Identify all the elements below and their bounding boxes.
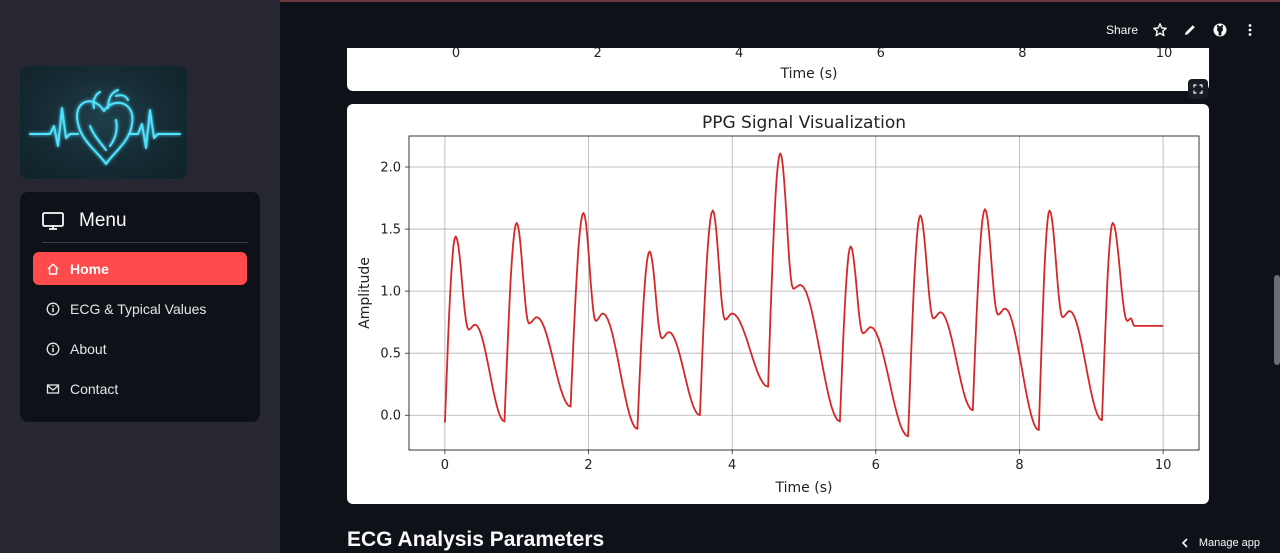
header-actions: Share [1106,18,1258,42]
nav-item-ecg-typical-values[interactable]: ECG & Typical Values [33,292,247,325]
top-x-tick-label: 2 [593,48,601,61]
menu-header: Menu [42,208,248,243]
star-icon[interactable] [1152,22,1168,38]
x-tick-label: 6 [872,458,880,473]
x-tick-label: 4 [728,458,736,473]
x-tick-label: 8 [1015,458,1023,473]
y-tick-label: 1.5 [380,223,401,238]
heart-ecg-logo [20,66,187,179]
top-x-axis-label: Time (s) [780,66,838,82]
y-tick-label: 0.0 [380,409,401,424]
github-icon[interactable] [1212,22,1228,38]
top-x-tick-label: 6 [877,48,885,61]
edit-icon[interactable] [1182,22,1198,38]
chart-title: PPG Signal Visualization [702,113,906,133]
nav-item-home[interactable]: Home [33,252,247,285]
manage-app-label: Manage app [1198,537,1260,549]
top-x-tick-label: 10 [1156,48,1173,61]
top-x-tick-label: 0 [452,48,460,61]
y-tick-label: 0.5 [380,347,401,362]
nav-item-about[interactable]: About [33,332,247,365]
share-button[interactable]: Share [1106,23,1138,37]
more-icon[interactable] [1242,22,1258,38]
nav-item-label: About [70,340,107,357]
chevron-left-icon [1181,538,1188,548]
info-icon [46,342,60,355]
fullscreen-icon [1193,84,1203,94]
section-heading: ECG Analysis Parameters [347,528,605,551]
top-x-tick-label: 4 [735,48,743,61]
nav-item-label: Home [70,260,109,277]
ppg-chart-card: PPG Signal Visualization Time (s) Amplitud… [347,104,1209,504]
x-tick-label: 2 [584,458,592,473]
x-tick-label: 10 [1155,458,1172,473]
nav-item-label: Contact [70,380,119,397]
ppg-line-chart: PPG Signal Visualization Time (s) Amplitud… [357,113,1200,496]
y-tick-label: 2.0 [380,161,401,176]
fullscreen-button[interactable] [1188,79,1208,99]
monitor-icon [42,212,64,230]
y-axis-label: Amplitude [357,257,373,329]
manage-app-button[interactable]: Manage app [1181,537,1260,549]
home-icon [47,263,59,275]
mail-icon [46,383,60,394]
y-tick-label: 1.0 [380,285,401,300]
page-scrollbar[interactable] [1274,275,1280,365]
top-chart-x-axis: 0 2 4 6 8 10 Time (s) [452,48,1173,82]
x-tick-label: 0 [441,458,449,473]
nav-item-contact[interactable]: Contact [33,372,247,405]
nav-item-label: ECG & Typical Values [70,300,207,317]
menu-card: Menu Home ECG & Typical Values About Con… [20,192,260,422]
menu-title: Menu [79,210,127,231]
info-icon [46,302,60,315]
sidebar: Menu Home ECG & Typical Values About Con… [0,0,280,553]
top-x-tick-label: 8 [1018,48,1026,61]
ppg-signal-line [444,152,1164,438]
x-axis-label: Time (s) [775,480,833,496]
ecg-chart-card-top: 0 2 4 6 8 10 Time (s) [347,48,1209,91]
plot-frame [408,135,1200,451]
